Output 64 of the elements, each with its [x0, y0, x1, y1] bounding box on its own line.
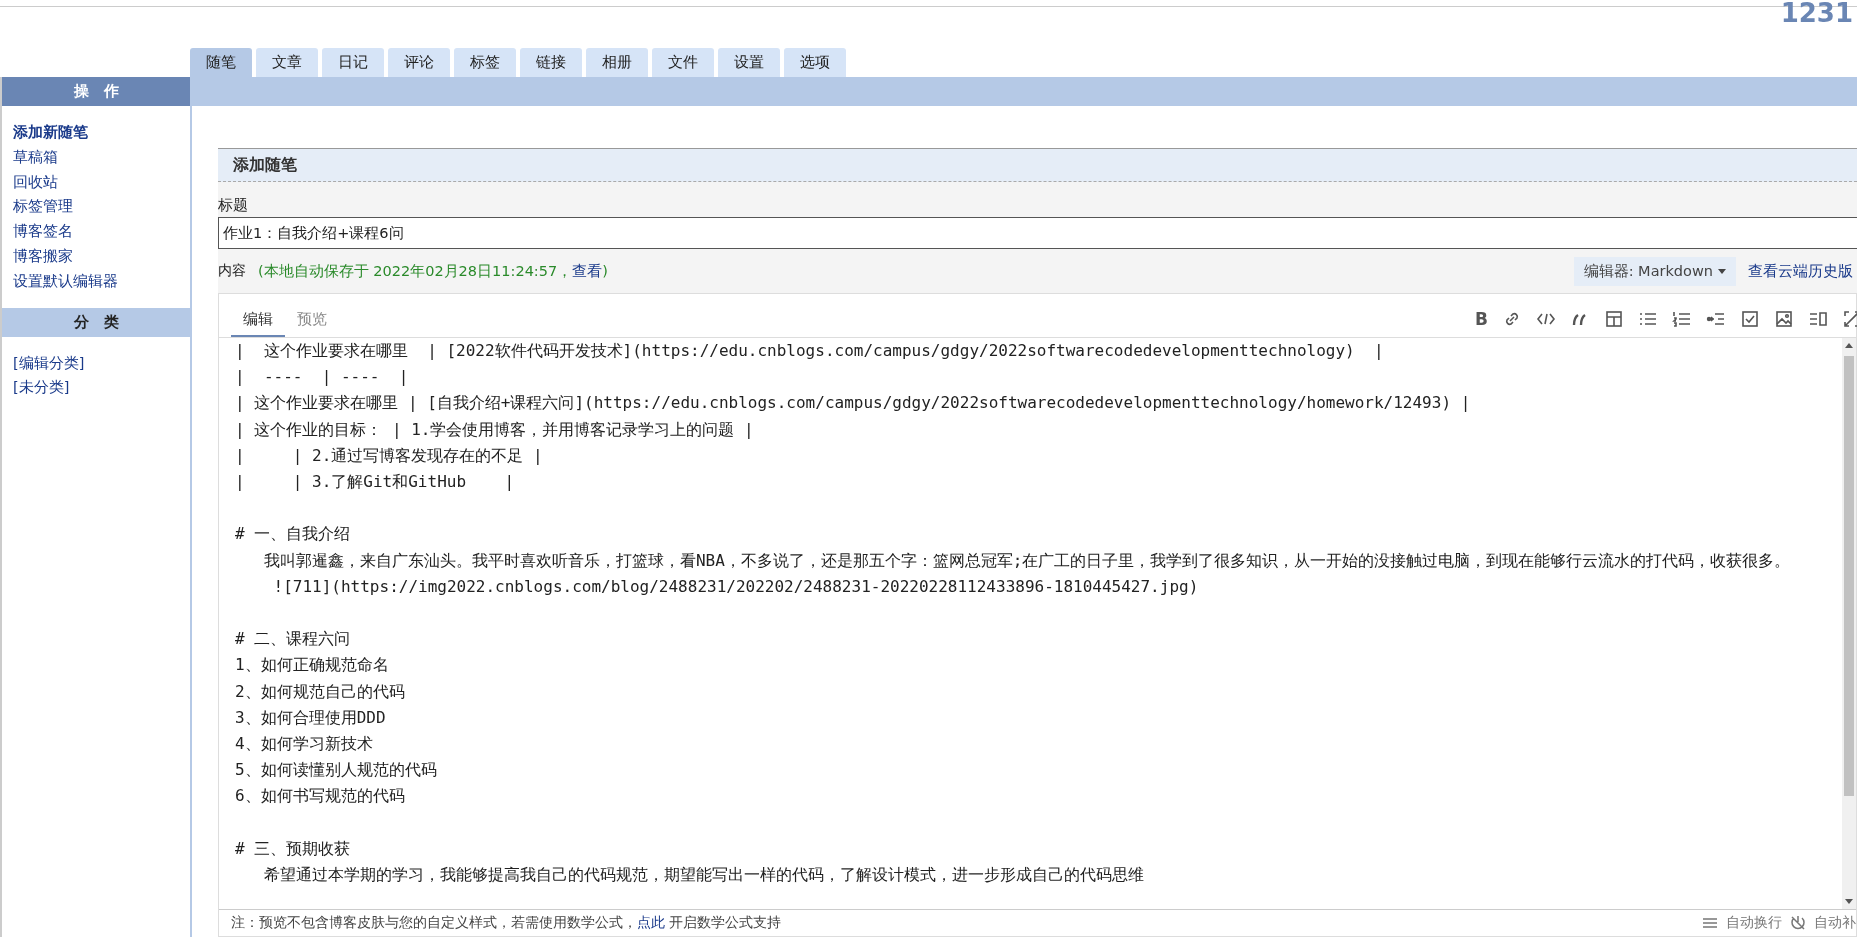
- nav-tab[interactable]: 选项: [784, 48, 846, 77]
- editor-line: | 这个作业要求在哪里 | [2022软件代码开发技术](https://edu.cnblogs.com/campus/gdgy/2022softwarecodedevelopmenttechnology) |: [235, 340, 1385, 362]
- math-note: 注：预览不包含博客皮肤与您的自定义样式，若需使用数学公式，点此 开启数学公式支持: [231, 914, 782, 932]
- table-icon[interactable]: [1604, 309, 1624, 329]
- content-label: 内容: [218, 262, 246, 280]
- editor-line: | 这个作业要求在哪里 | [自我介绍+课程六问](https://edu.cnblogs.com/campus/gdgy/2022softwarecodedevelopmenttechnology/homework/12493) |: [235, 392, 1472, 415]
- editor-line: # 一、自我介绍: [235, 523, 352, 546]
- nav-tab[interactable]: 链接: [520, 48, 582, 77]
- view-link[interactable]: 查看: [572, 262, 603, 279]
- title-label: 标题: [218, 196, 249, 215]
- editor-line: 5、如何读懂别人规范的代码: [235, 759, 438, 782]
- enable-link[interactable]: 点此: [637, 914, 665, 930]
- editor-line: | 这个作业的目标： | 1.学会使用博客，并用博客记录学习上的问题 |: [235, 418, 755, 441]
- numbered-list-icon[interactable]: [1672, 309, 1692, 329]
- editor-line: 2、如何规范自己的代码: [235, 680, 406, 703]
- editor-line: 4、如何学习新技术: [235, 733, 374, 755]
- editor-line: 6、如何书写规范的代码: [235, 785, 406, 808]
- sidebar-link[interactable]: 博客签名: [13, 219, 190, 244]
- checkbox-icon[interactable]: [1740, 309, 1760, 329]
- image-icon[interactable]: [1774, 309, 1794, 329]
- nav-tab[interactable]: 相册: [586, 48, 648, 77]
- sidebar-link[interactable]: 博客搬家: [13, 244, 190, 269]
- wrap-icon[interactable]: [1702, 915, 1718, 931]
- editor-tab[interactable]: 编辑: [231, 310, 285, 337]
- editor-line: # 三、预期收获: [235, 837, 352, 860]
- editor-line: ![711](https://img2022.cnblogs.com/blog/2488231/202202/2488231-20220228112433896-1810445427.jpg): [272, 575, 1200, 598]
- wrap-label[interactable]: 自动换行: [1726, 914, 1782, 932]
- fullscreen-icon[interactable]: [1842, 309, 1857, 329]
- sidebar-link[interactable]: 添加新随笔: [13, 120, 190, 145]
- section-heading: 添加随笔: [218, 148, 1857, 182]
- autocomplete-icon[interactable]: [1790, 915, 1806, 931]
- editor-line: 希望通过本学期的学习，我能够提高我自己的代码规范，期望能写出一样的代码，了解设计模式，进一步形成自己的代码思维: [262, 864, 1145, 886]
- history-link[interactable]: 查看云端历史版: [1748, 261, 1853, 281]
- nav-tab[interactable]: 文件: [652, 48, 714, 77]
- editor-line: 3、如何合理使用DDD: [235, 706, 387, 729]
- bold-button[interactable]: B: [1475, 309, 1488, 329]
- editor-line: | | 2.通过写博客发现存在的不足 |: [235, 444, 544, 467]
- sidebar-link[interactable]: 标签管理: [13, 194, 190, 220]
- sidebar-link[interactable]: 设置默认编辑器: [13, 268, 190, 294]
- nav-tab[interactable]: 日记: [322, 48, 384, 77]
- nav-tab[interactable]: 标签: [454, 48, 516, 77]
- autocomplete-label[interactable]: 自动补: [1814, 914, 1856, 932]
- sidebar-header: 分 类: [2, 307, 190, 337]
- editor-line: | | 3.了解Git和GitHub |: [235, 471, 516, 493]
- sidebar-link[interactable]: 回收站: [13, 169, 190, 195]
- autosave-note: (本地自动保存于 2022年02月28日11:24:57，查看): [258, 261, 608, 281]
- sidebar-link[interactable]: 草稿箱: [13, 144, 190, 170]
- editor-select[interactable]: 编辑器: Markdown: [1573, 256, 1736, 286]
- sidebar-header: 操 作: [2, 77, 190, 106]
- editor-tab[interactable]: 预览: [285, 310, 339, 337]
- title-input[interactable]: 作业1：自我介绍+课程6问: [218, 217, 1857, 249]
- scrollbar[interactable]: [1842, 338, 1856, 909]
- sidebar-link[interactable]: [未分类]: [13, 375, 190, 401]
- sidebar-link[interactable]: [编辑分类]: [13, 350, 190, 376]
- editor-line: 1、如何正确规范命名: [235, 654, 390, 677]
- blog-title: 1231: [1780, 1, 1853, 30]
- editor-line: | ---- | ---- |: [235, 366, 410, 389]
- nav-tab[interactable]: 设置: [718, 48, 780, 77]
- nav-tab[interactable]: 评论: [388, 48, 450, 77]
- editor-line: 我叫郭暹鑫，来自广东汕头。我平时喜欢听音乐，打篮球，看NBA，不多说了，还是那五个字：篮网总冠军;在广工的日子里，我学到了很多知识，从一开始的没接触过电脑，到现在能够行云流水的打代码，收获很多。: [262, 549, 1792, 572]
- nav-tab[interactable]: 文章: [256, 48, 318, 77]
- split-view-icon[interactable]: [1808, 309, 1828, 329]
- nav-tab[interactable]: 随笔: [190, 48, 252, 77]
- editor-line: # 二、课程六问: [235, 628, 352, 651]
